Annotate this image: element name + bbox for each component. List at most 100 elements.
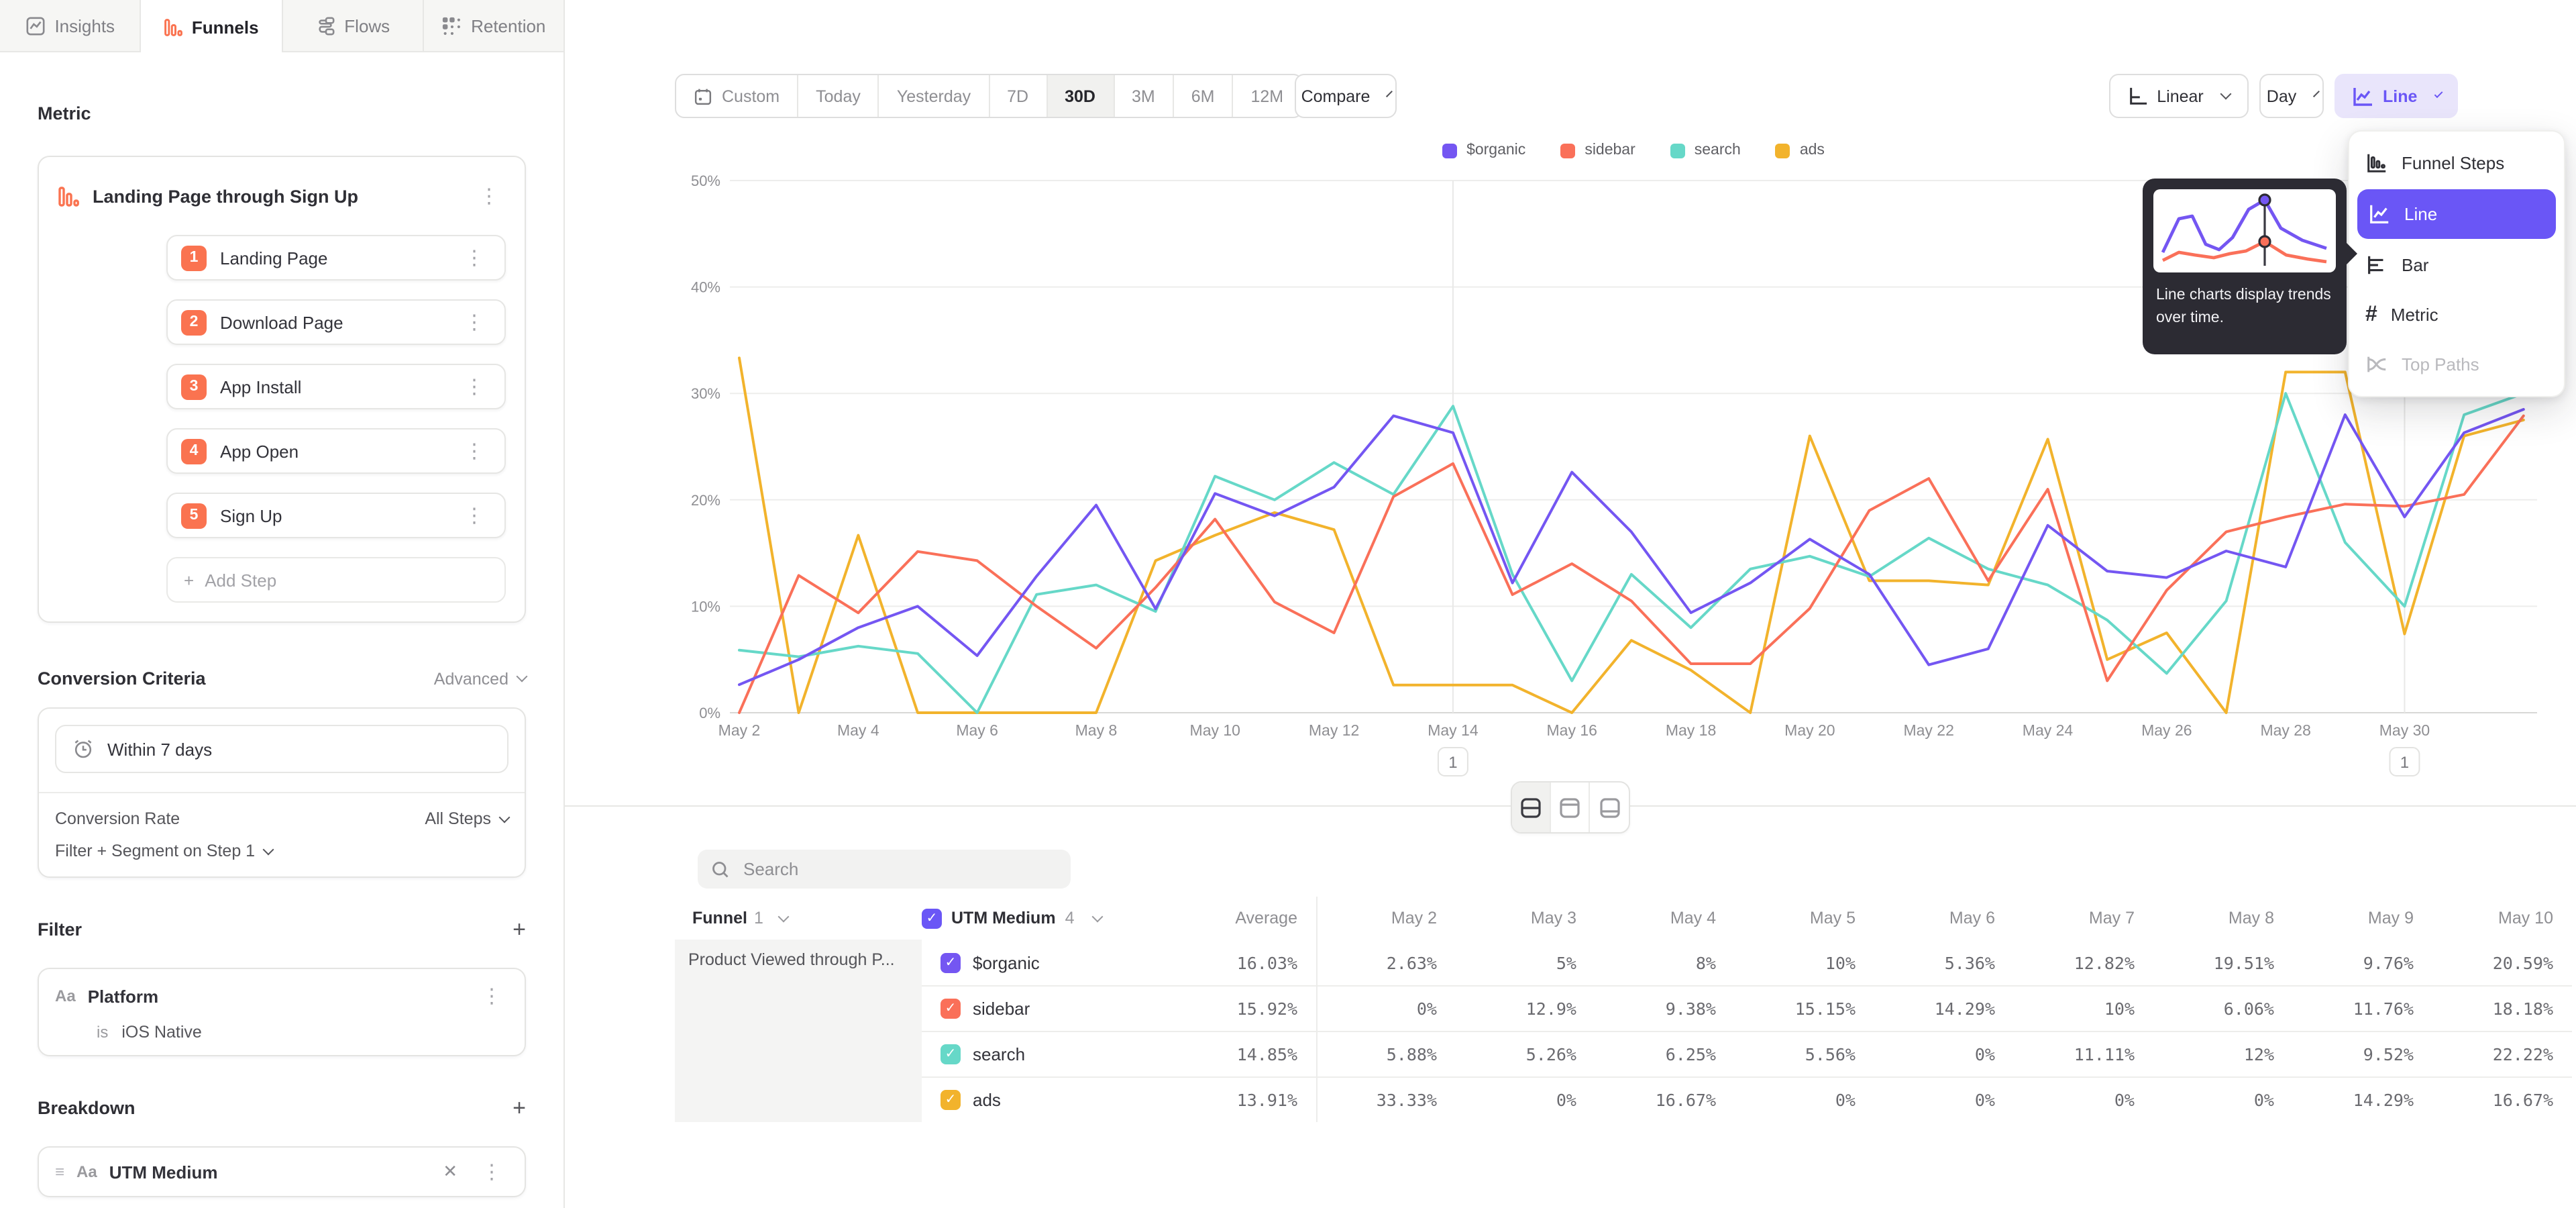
series-value-cell: 19.51% <box>2153 940 2293 985</box>
x-axis-label: May 22 <box>1903 721 1953 739</box>
drag-handle-icon[interactable]: ≡ <box>55 1162 64 1181</box>
annotation-count: 1 <box>2400 754 2409 772</box>
conversion-window-field[interactable]: Within 7 days <box>55 725 508 773</box>
remove-breakdown-icon[interactable]: ✕ <box>437 1158 463 1185</box>
y-axis-label: 30% <box>691 385 720 402</box>
series-row-name[interactable]: ✓sidebar <box>922 985 1177 1031</box>
step-kebab-icon[interactable]: ⋮ <box>458 245 491 270</box>
series-average-cell: 15.92% <box>1177 985 1316 1031</box>
filter-property[interactable]: Platform <box>88 986 463 1006</box>
chart-type-select[interactable]: Line <box>2334 74 2458 118</box>
range-7d[interactable]: 7D <box>989 75 1047 117</box>
x-axis-label: May 28 <box>2260 721 2310 739</box>
search-input[interactable] <box>741 858 1057 880</box>
legend-item[interactable]: ads <box>1776 142 1825 158</box>
metric-heading: Metric <box>38 103 526 123</box>
filter-value[interactable]: iOS Native <box>121 1023 202 1042</box>
conversion-rate-select[interactable]: All Steps <box>425 809 508 828</box>
metric-kebab-icon[interactable]: ⋮ <box>472 183 506 209</box>
table-group-header[interactable]: Funnel1 <box>675 909 922 927</box>
table-group-cell[interactable]: Product Viewed through P... <box>675 940 922 1122</box>
date-column-header: May 8 <box>2153 897 2293 940</box>
legend-item[interactable]: search <box>1670 142 1741 158</box>
legend-item[interactable]: $organic <box>1442 142 1525 158</box>
funnel-step-row[interactable]: 3App Install⋮ <box>166 364 506 409</box>
top-paths-icon <box>2365 353 2388 376</box>
funnel-step-row[interactable]: 5Sign Up⋮ <box>166 493 506 538</box>
tab-flows[interactable]: Flows <box>282 0 424 51</box>
series-row-name[interactable]: ✓ads <box>922 1076 1177 1122</box>
layout-split-toggle[interactable] <box>1512 783 1551 832</box>
tab-funnels[interactable]: Funnels <box>142 0 283 54</box>
compare-button[interactable]: Compare <box>1295 74 1397 118</box>
range-today[interactable]: Today <box>798 75 879 117</box>
series-line-sidebar[interactable] <box>739 416 2524 713</box>
series-value-cell: 8% <box>1595 940 1735 985</box>
legend-item[interactable]: sidebar <box>1560 142 1635 158</box>
range-6m[interactable]: 6M <box>1174 75 1234 117</box>
tab-retention[interactable]: Retention <box>424 0 564 51</box>
y-axis-label: 10% <box>691 598 720 615</box>
scale-select[interactable]: Linear <box>2109 74 2249 118</box>
search-icon <box>711 860 730 878</box>
table-breakdown-header[interactable]: ✓UTM Medium4 <box>922 908 1177 928</box>
x-axis-label: May 30 <box>2379 721 2430 739</box>
series-checkbox[interactable]: ✓ <box>941 999 961 1019</box>
range-12m[interactable]: 12M <box>1234 75 1301 117</box>
step-kebab-icon[interactable]: ⋮ <box>458 309 491 335</box>
breakdown-kebab-icon[interactable]: ⋮ <box>475 1159 508 1185</box>
range-custom[interactable]: Custom <box>676 75 798 117</box>
series-value-cell: 6.06% <box>2153 985 2293 1031</box>
checkbox-checked-icon[interactable]: ✓ <box>922 908 942 928</box>
range-3m[interactable]: 3M <box>1114 75 1174 117</box>
date-column-header: May 6 <box>1874 897 2014 940</box>
step-kebab-icon[interactable]: ⋮ <box>458 374 491 399</box>
series-average-cell: 13.91% <box>1177 1076 1316 1122</box>
filter-operator[interactable]: is <box>97 1023 108 1042</box>
menu-item-bar[interactable]: Bar <box>2349 240 2564 290</box>
breakdown-property[interactable]: UTM Medium <box>109 1162 425 1182</box>
range-label: 12M <box>1251 87 1284 105</box>
series-checkbox[interactable]: ✓ <box>941 1044 961 1064</box>
step-number-badge: 2 <box>181 309 207 335</box>
series-line-ads[interactable] <box>739 358 2524 713</box>
chevron-down-icon <box>499 811 511 823</box>
layout-table-toggle[interactable] <box>1590 783 1629 832</box>
add-filter-button[interactable]: + <box>513 918 526 941</box>
funnel-step-row[interactable]: 2Download Page⋮ <box>166 299 506 345</box>
step-kebab-icon[interactable]: ⋮ <box>458 503 491 528</box>
step-kebab-icon[interactable]: ⋮ <box>458 438 491 464</box>
filter-segment-toggle[interactable]: Filter + Segment on Step 1 <box>55 828 508 866</box>
tab-insights[interactable]: Insights <box>0 0 142 51</box>
date-column-header: May 10 <box>2432 897 2572 940</box>
tab-flows-label: Flows <box>344 15 390 36</box>
series-line-search[interactable] <box>739 393 2524 713</box>
layout-chart-toggle[interactable] <box>1551 783 1590 832</box>
advanced-toggle[interactable]: Advanced <box>434 669 526 688</box>
retention-icon <box>441 15 462 36</box>
menu-item-funnel-steps[interactable]: Funnel Steps <box>2349 138 2564 188</box>
series-row-name[interactable]: ✓$organic <box>922 940 1177 985</box>
chevron-down-icon <box>2434 89 2443 98</box>
add-step-button[interactable]: + Add Step <box>166 557 506 603</box>
filter-kebab-icon[interactable]: ⋮ <box>475 983 508 1009</box>
conversion-rate-label: Conversion Rate <box>55 809 180 828</box>
series-value-cell: 11.76% <box>2293 985 2432 1031</box>
series-checkbox[interactable]: ✓ <box>941 1090 961 1110</box>
interval-select[interactable]: Day <box>2259 74 2324 118</box>
layout-toggle-group <box>1511 781 1630 834</box>
range-yesterday[interactable]: Yesterday <box>879 75 989 117</box>
menu-item-line[interactable]: Line <box>2357 189 2556 239</box>
menu-item-top-paths[interactable]: Top Paths <box>2349 340 2564 389</box>
breakdown-table: Funnel1✓UTM Medium4AverageMay 2May 3May … <box>675 897 2572 1122</box>
series-value-cell: 16.67% <box>1595 1076 1735 1122</box>
menu-item-metric[interactable]: # Metric <box>2349 290 2564 340</box>
range-30d[interactable]: 30D <box>1047 75 1114 117</box>
series-checkbox[interactable]: ✓ <box>941 952 961 972</box>
series-value-cell: 20.59% <box>2432 940 2572 985</box>
funnel-step-row[interactable]: 1Landing Page⋮ <box>166 235 506 281</box>
date-column-header: May 4 <box>1595 897 1735 940</box>
funnel-step-row[interactable]: 4App Open⋮ <box>166 428 506 474</box>
series-row-name[interactable]: ✓search <box>922 1031 1177 1076</box>
add-breakdown-button[interactable]: + <box>513 1097 526 1119</box>
